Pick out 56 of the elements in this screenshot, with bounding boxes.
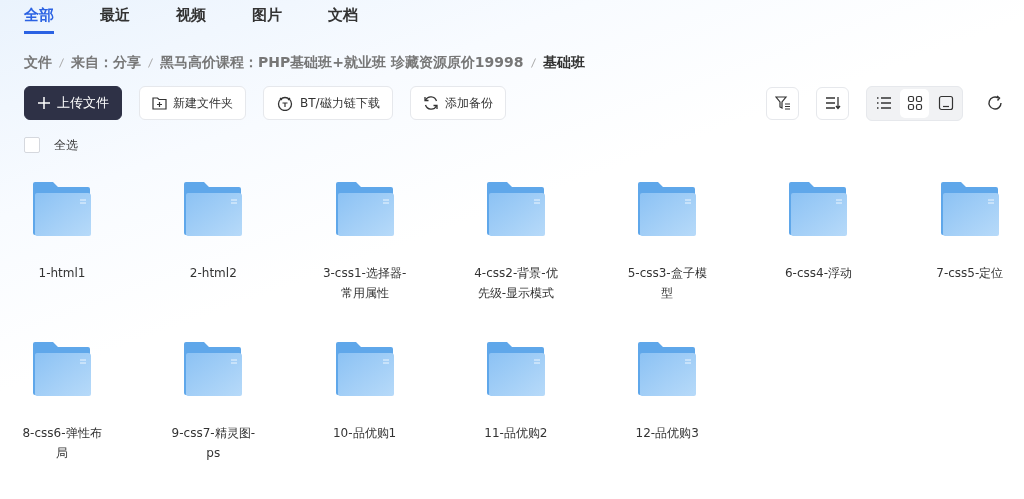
folder-icon[interactable] xyxy=(183,341,244,397)
folder-icon[interactable] xyxy=(939,181,1000,237)
sync-icon xyxy=(422,95,439,111)
tab[interactable]: 最近 xyxy=(100,6,130,34)
checkbox[interactable] xyxy=(24,137,40,153)
folder-icon[interactable] xyxy=(788,181,849,237)
folder-name: 3-css1-选择器-常用属性 xyxy=(321,265,408,302)
folder-icon[interactable] xyxy=(183,181,244,237)
refresh-icon xyxy=(986,94,1004,112)
refresh-button[interactable] xyxy=(986,94,1004,112)
folder-name: 12-品优购3 xyxy=(634,425,700,442)
tab[interactable]: 视频 xyxy=(176,6,206,34)
filter-icon xyxy=(774,95,791,111)
folder-name: 1-html1 xyxy=(37,265,87,282)
folder-name: 9-css7-精灵图-ps xyxy=(170,425,256,462)
sort-button[interactable] xyxy=(816,86,849,120)
folder-name: 5-css3-盒子模型 xyxy=(626,265,708,302)
folder-plus-icon xyxy=(152,96,167,110)
folder-name: 6-css4-浮动 xyxy=(783,265,853,282)
breadcrumb-item[interactable]: 来自：分享 xyxy=(71,54,141,72)
folder-name: 10-品优购1 xyxy=(331,425,398,442)
tab[interactable]: 全部 xyxy=(24,6,54,34)
folder-icon[interactable] xyxy=(334,181,395,237)
folder-name: 2-html2 xyxy=(188,265,238,282)
select-all-label: 全选 xyxy=(54,136,78,154)
grid-view-button[interactable] xyxy=(900,88,929,118)
list-icon xyxy=(875,95,892,111)
breadcrumb-separator xyxy=(530,58,536,68)
folder-icon[interactable] xyxy=(334,341,395,397)
folder-icon[interactable] xyxy=(32,181,92,237)
breadcrumb-separator xyxy=(148,58,153,68)
breadcrumb-separator xyxy=(59,58,64,68)
sort-icon xyxy=(824,95,841,111)
grid-icon xyxy=(906,95,923,111)
folder-icon[interactable] xyxy=(32,341,92,397)
folder-name: 4-css2-背景-优先级-显示模式 xyxy=(473,265,559,302)
upload-button[interactable]: 上传文件 xyxy=(24,86,122,120)
backup-button[interactable]: 添加备份 xyxy=(409,86,506,120)
preview-icon xyxy=(937,95,954,111)
new-folder-button[interactable]: 新建文件夹 xyxy=(139,86,246,120)
folder-name: 8-css6-弹性布局 xyxy=(21,425,103,462)
folder-icon[interactable] xyxy=(637,341,698,397)
plus-icon xyxy=(37,96,51,110)
bt-icon xyxy=(276,95,294,111)
tab[interactable]: 文档 xyxy=(328,6,358,34)
filter-button[interactable] xyxy=(766,86,799,120)
folder-name: 7-css5-定位 xyxy=(935,265,1005,282)
folder-icon[interactable] xyxy=(485,341,546,397)
bt-download-button[interactable]: BT/磁力链下载 xyxy=(263,86,393,120)
breadcrumb-item: 基础班 xyxy=(542,54,585,72)
breadcrumb-item[interactable]: 文件 xyxy=(24,54,52,72)
breadcrumb-item[interactable]: 黑马高价课程：PHP基础班+就业班 珍藏资源原价19998 xyxy=(160,54,524,72)
folder-icon[interactable] xyxy=(485,181,546,237)
tab[interactable]: 图片 xyxy=(252,6,282,34)
folder-icon[interactable] xyxy=(637,181,698,237)
folder-name: 11-品优购2 xyxy=(483,425,549,442)
